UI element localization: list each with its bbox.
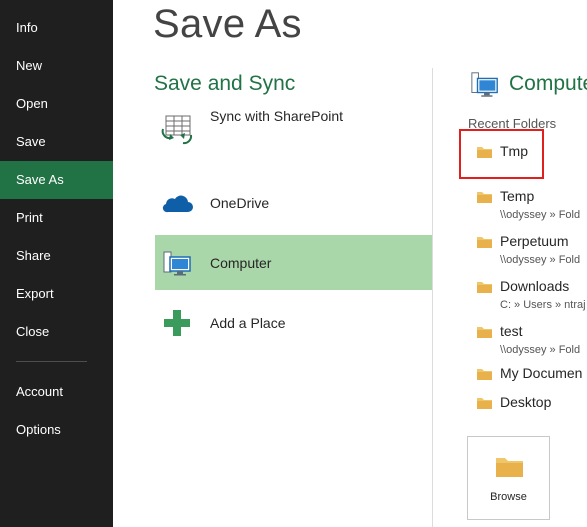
folder-name: test: [500, 323, 523, 339]
folder-icon: [476, 396, 493, 415]
place-onedrive[interactable]: OneDrive: [155, 175, 432, 230]
nav-item-new[interactable]: New: [0, 47, 113, 85]
folder-path: \\odyssey » Fold: [500, 209, 581, 221]
place-sync-sharepoint[interactable]: Sync with SharePoint: [155, 101, 432, 156]
backstage-nav: Info New Open Save Save As Print Share E…: [0, 0, 113, 527]
sharepoint-sync-icon: [159, 111, 195, 147]
computer-heading: Computer: [509, 72, 587, 95]
nav-divider: [16, 361, 87, 362]
browse-label: Browse: [490, 491, 527, 503]
folder-path: C: » Users » ntraj: [500, 299, 586, 311]
folder-icon: [476, 325, 493, 344]
recent-folder-item[interactable]: Temp \\odyssey » Fold: [476, 188, 587, 224]
page-title: Save As: [153, 2, 302, 46]
place-label: Sync with SharePoint: [210, 107, 344, 124]
recent-folder-item[interactable]: test \\odyssey » Fold: [476, 323, 587, 359]
places-heading: Save and Sync: [154, 72, 296, 95]
folder-path: \\odyssey » Fold: [500, 254, 581, 266]
nav-item-close[interactable]: Close: [0, 313, 113, 351]
place-label: Add a Place: [210, 314, 286, 331]
place-label: OneDrive: [210, 194, 270, 211]
place-add-a-place[interactable]: Add a Place: [155, 295, 432, 350]
computer-heading-icon: [470, 70, 500, 105]
recent-folder-item[interactable]: Downloads C: » Users » ntraj: [476, 278, 587, 314]
nav-item-save[interactable]: Save: [0, 123, 113, 161]
browse-button[interactable]: Browse: [467, 436, 550, 520]
folder-name: Downloads: [500, 278, 570, 294]
folder-name: Perpetuum: [500, 233, 569, 249]
onedrive-cloud-icon: [159, 185, 195, 221]
recent-folder-item[interactable]: Desktop: [476, 394, 587, 416]
folder-icon: [476, 367, 493, 386]
nav-item-account[interactable]: Account: [0, 373, 113, 411]
place-computer[interactable]: Computer: [155, 235, 432, 290]
column-divider: [432, 68, 433, 527]
nav-item-share[interactable]: Share: [0, 237, 113, 275]
nav-item-save-as[interactable]: Save As: [0, 161, 113, 199]
folder-path: \\odyssey » Fold: [500, 344, 581, 356]
folder-name: My Documen: [500, 365, 583, 381]
recent-folder-item[interactable]: My Documen: [476, 365, 587, 387]
folder-icon: [476, 190, 493, 209]
computer-icon: [159, 245, 195, 281]
nav-item-options[interactable]: Options: [0, 411, 113, 449]
recent-folder-item[interactable]: Perpetuum \\odyssey » Fold: [476, 233, 587, 269]
plus-icon: [159, 305, 195, 341]
nav-item-export[interactable]: Export: [0, 275, 113, 313]
nav-item-print[interactable]: Print: [0, 199, 113, 237]
folder-name: Desktop: [500, 394, 552, 410]
nav-item-info[interactable]: Info: [0, 9, 113, 47]
folder-icon: [495, 455, 525, 484]
nav-item-open[interactable]: Open: [0, 85, 113, 123]
highlight-box: [459, 129, 544, 179]
folder-icon: [476, 280, 493, 299]
place-label: Computer: [210, 254, 272, 271]
folder-name: Temp: [500, 188, 535, 204]
folder-icon: [476, 235, 493, 254]
